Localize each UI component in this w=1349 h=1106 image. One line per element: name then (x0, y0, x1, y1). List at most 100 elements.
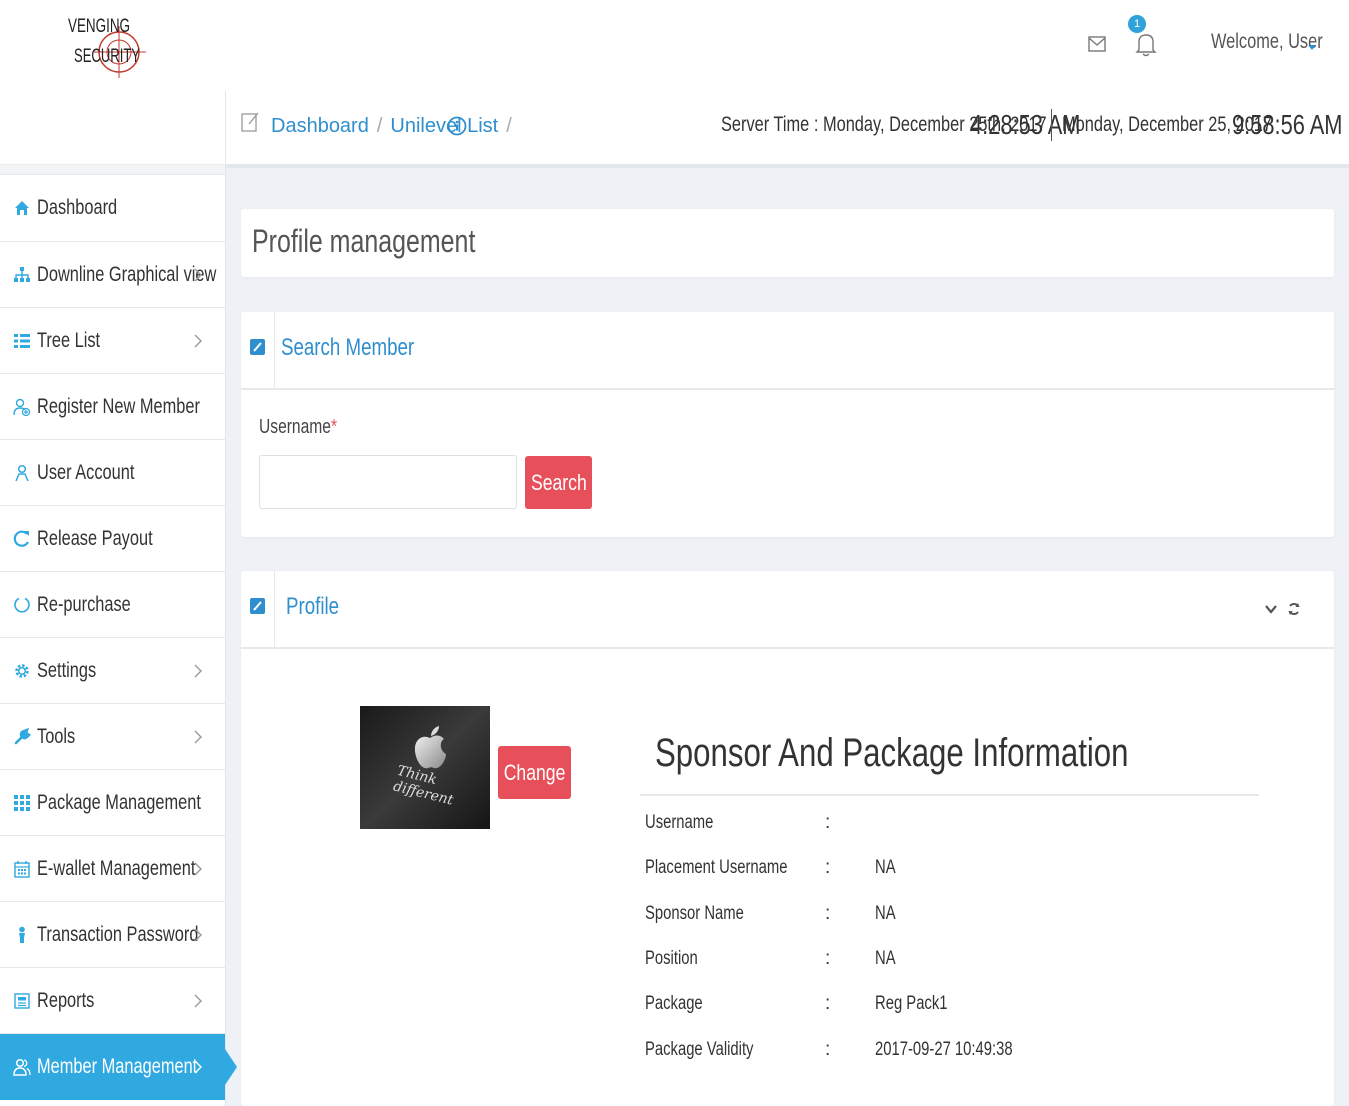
home-icon (15, 201, 29, 215)
info-separator: : (825, 857, 831, 878)
chevron-right-icon[interactable] (193, 664, 203, 678)
sidebar-item-label: Tree List (37, 328, 101, 352)
edit-icon (241, 112, 259, 132)
header-divider (274, 312, 275, 388)
breadcrumb-dashboard[interactable]: Dashboard (271, 115, 369, 137)
bell-icon[interactable] (1135, 30, 1157, 58)
profile-panel-title: Profile (286, 593, 354, 621)
sidebar-item-tools[interactable]: Tools (0, 704, 225, 770)
profile-photo: Think different (360, 706, 490, 829)
notification-badge: 1 (1128, 15, 1146, 33)
sidebar-menu: Dashboard Downline Graphical view Tree Lis… (0, 175, 225, 1100)
sidebar-item-e-wallet-management[interactable]: E-wallet Management (0, 836, 225, 902)
profile-panel-header: Profile (241, 571, 1334, 649)
info-icon[interactable] (447, 116, 467, 136)
info-row-sponsor-name: Sponsor Name: NA (645, 903, 1245, 933)
info-key: Username (645, 812, 714, 833)
user-icon (15, 464, 29, 481)
info-row-package: Package: Reg Pack1 (645, 993, 1245, 1023)
page-title-text: Profile management (252, 223, 476, 259)
sidebar-item-member-management[interactable]: Member Management (0, 1034, 225, 1100)
grid-icon (14, 794, 30, 811)
info-key: Sponsor Name (645, 903, 744, 924)
breadcrumb: Dashboard / Unilevel List / (271, 115, 520, 138)
sidebar-item-label: Re-purchase (37, 592, 131, 616)
sidebar-item-settings[interactable]: Settings (0, 638, 225, 704)
sidebar-item-downline-graphical-view[interactable]: Downline Graphical view (0, 242, 225, 308)
search-panel-title: Search Member (281, 334, 452, 362)
info-title-text: Sponsor And Package Information (655, 731, 1129, 775)
info-separator: : (825, 948, 831, 969)
chevron-right-icon[interactable] (193, 730, 203, 744)
calendar-icon (14, 860, 30, 878)
chevron-right-icon[interactable] (193, 928, 203, 942)
breadcrumb-separator: / (376, 115, 383, 137)
svg-text:SECURITY: SECURITY (74, 46, 140, 67)
sitemap-icon (14, 266, 30, 282)
sidebar-item-label: Downline Graphical view (37, 262, 217, 286)
info-value: NA (875, 948, 896, 969)
info-value: NA (875, 857, 896, 878)
sidebar-item-transaction-password[interactable]: Transaction Password (0, 902, 225, 968)
info-separator: : (825, 903, 831, 924)
local-clock-text: 9:58:56 AM (1232, 109, 1343, 140)
search-panel-title-text: Search Member (281, 334, 415, 361)
chevron-right-icon[interactable] (193, 862, 203, 876)
info-row-placement-username: Placement Username: NA (645, 857, 1245, 887)
sidebar-item-label: Register New Member (37, 394, 200, 418)
search-button[interactable]: Search (525, 456, 592, 509)
refresh-icon (13, 530, 29, 547)
sidebar-header (0, 91, 225, 165)
sidebar-item-label: Transaction Password (37, 922, 199, 946)
sidebar-item-label: E-wallet Management (37, 856, 196, 880)
info-value: 2017-09-27 10:49:38 (875, 1039, 1013, 1060)
sidebar-item-package-management[interactable]: Package Management (0, 770, 225, 836)
info-separator: : (825, 993, 831, 1014)
chevron-right-icon[interactable] (193, 1060, 203, 1074)
info-value: NA (875, 903, 896, 924)
user-menu[interactable]: Welcome, User (1211, 30, 1349, 54)
info-row-username: Username: (645, 812, 1245, 842)
username-label-text: Username (259, 416, 331, 438)
chevron-right-icon[interactable] (193, 268, 203, 282)
circle-notch-icon (14, 597, 30, 613)
sidebar-item-re-purchase[interactable]: Re-purchase (0, 572, 225, 638)
person-icon (19, 926, 25, 943)
chevron-right-icon[interactable] (193, 994, 203, 1008)
info-row-position: Position: NA (645, 948, 1245, 978)
svg-text:VENGING: VENGING (68, 16, 130, 37)
reload-icon[interactable] (1287, 601, 1301, 617)
change-photo-button[interactable]: Change (498, 746, 571, 799)
user-add-icon (13, 398, 31, 416)
gear-icon (15, 663, 29, 678)
chevron-right-icon[interactable] (193, 334, 203, 348)
sidebar-item-register-new-member[interactable]: Register New Member (0, 374, 225, 440)
brand-logo[interactable]: VENGING SECURITY (64, 4, 148, 86)
sidebar-item-label: Package Management (37, 790, 201, 814)
collapse-icon[interactable] (1265, 603, 1277, 615)
mail-icon[interactable] (1088, 35, 1106, 53)
required-mark: * (330, 416, 338, 438)
pencil-square-icon (250, 339, 265, 355)
username-input[interactable] (259, 455, 517, 509)
sidebar-item-label: Settings (37, 658, 97, 682)
sidebar-item-label: User Account (37, 460, 135, 484)
info-key: Placement Username (645, 857, 788, 878)
page-title: Profile management (252, 223, 538, 260)
chevron-down-icon[interactable] (1308, 45, 1316, 50)
breadcrumb-unilevel-list[interactable]: Unilevel List (390, 115, 498, 137)
sidebar-spacer (0, 165, 225, 175)
sidebar-item-dashboard[interactable]: Dashboard (0, 175, 225, 242)
breadcrumb-separator: / (506, 115, 512, 137)
sidebar-item-reports[interactable]: Reports (0, 968, 225, 1034)
header-divider (274, 571, 275, 647)
wrench-icon (14, 727, 31, 744)
username-label: Username* (259, 416, 359, 439)
sidebar-item-user-account[interactable]: User Account (0, 440, 225, 506)
users-icon (13, 1058, 31, 1076)
welcome-text: Welcome, User (1211, 30, 1323, 53)
sidebar-item-release-payout[interactable]: Release Payout (0, 506, 225, 572)
sidebar: Dashboard Downline Graphical view Tree Lis… (0, 91, 226, 1106)
change-button-label: Change (503, 759, 566, 785)
sidebar-item-tree-list[interactable]: Tree List (0, 308, 225, 374)
